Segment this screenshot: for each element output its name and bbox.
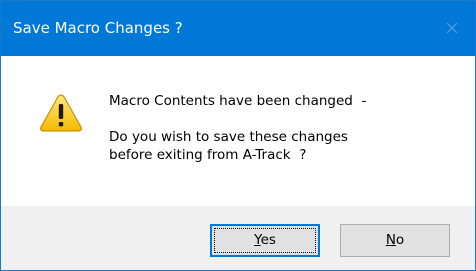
- close-button[interactable]: [429, 1, 475, 56]
- no-button[interactable]: No: [340, 224, 450, 257]
- message-line-1: Macro Contents have been changed -: [109, 93, 367, 109]
- button-bar: Yes No: [1, 206, 475, 270]
- yes-label: Yes: [254, 232, 276, 248]
- warning-icon: [40, 94, 82, 132]
- no-label-rest: o: [395, 232, 405, 248]
- no-label: No: [386, 232, 404, 248]
- no-mnemonic: N: [385, 232, 396, 248]
- title-bar[interactable]: Save Macro Changes ?: [1, 1, 475, 56]
- yes-button[interactable]: Yes: [210, 224, 320, 257]
- yes-label-rest: es: [260, 232, 276, 248]
- message-line-3: before exiting from A-Track ?: [109, 147, 307, 163]
- close-icon: [446, 22, 458, 34]
- dialog-title: Save Macro Changes ?: [13, 19, 183, 37]
- save-macro-dialog: Save Macro Changes ? Macro Contents have…: [0, 0, 476, 271]
- message-line-2: Do you wish to save these changes: [109, 129, 348, 145]
- message-area: Macro Contents have been changed - Do yo…: [1, 56, 475, 206]
